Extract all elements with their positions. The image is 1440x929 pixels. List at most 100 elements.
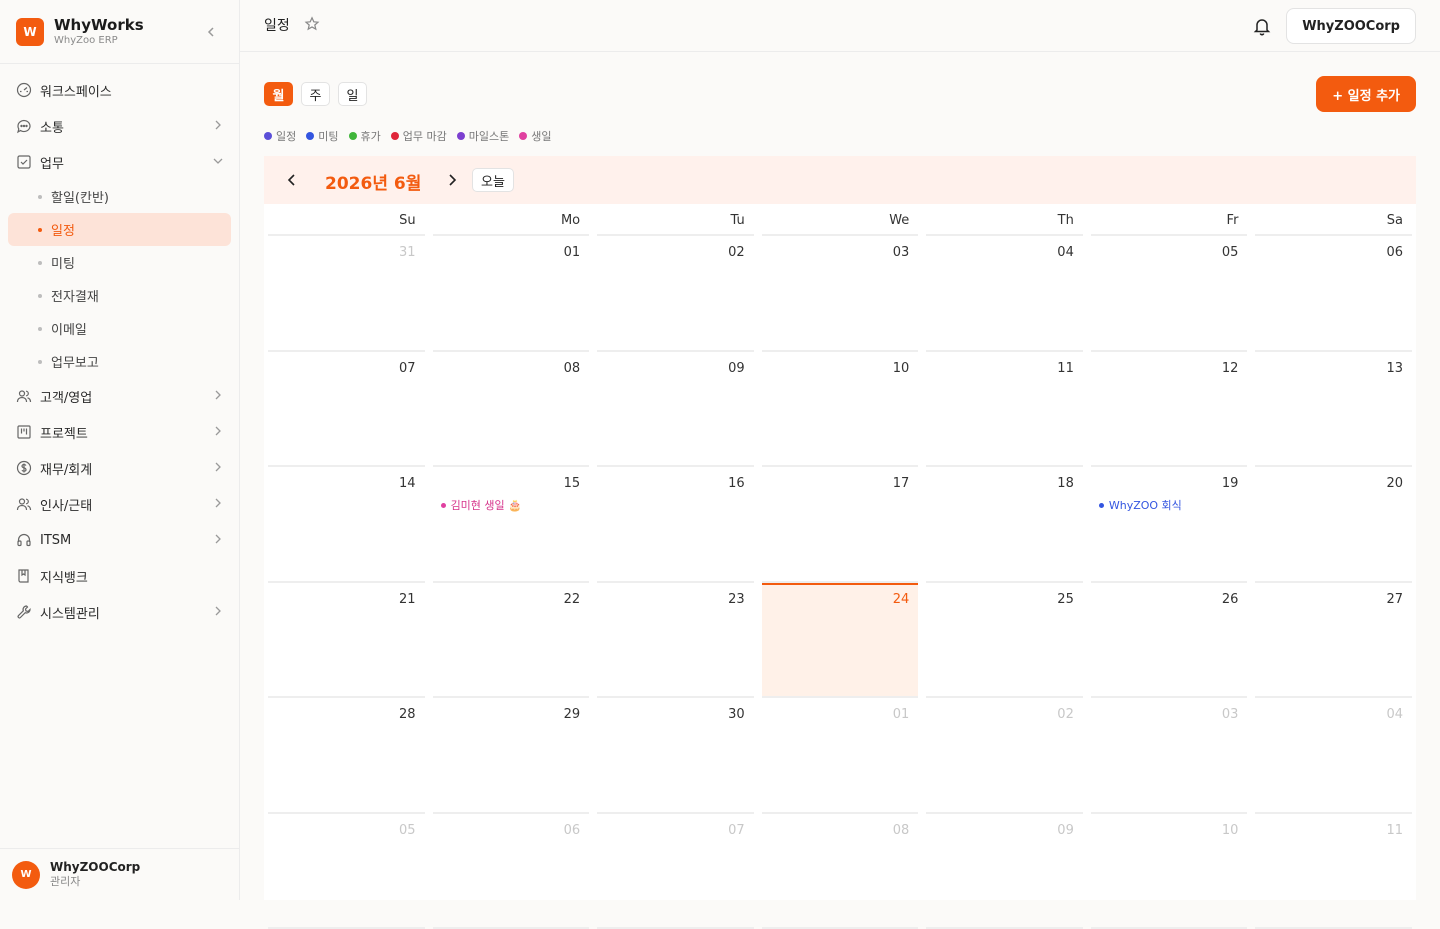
legend-item: 마일스톤 [457,128,509,144]
day-cell[interactable]: 09 [926,814,1083,929]
day-cell[interactable]: 25 [926,583,1083,699]
day-cell[interactable]: 16 [597,467,754,583]
day-cell[interactable]: 17 [762,467,919,583]
event-birthday[interactable]: 김미현 생일 🎂 [441,497,522,513]
wrench-icon [16,604,32,620]
day-cell[interactable]: 11 [1255,814,1412,929]
day-cell[interactable]: 23 [597,583,754,699]
day-cell[interactable]: 04 [926,236,1083,352]
day-cell[interactable]: 04 [1255,698,1412,814]
chevron-right-icon [211,460,225,474]
sidebar-subitem-label: 할일(칸반) [51,187,109,206]
day-number: 31 [399,245,416,260]
day-cell[interactable]: 15 김미현 생일 🎂 [433,467,590,583]
day-number: 03 [893,245,910,260]
sidebar-item-work[interactable]: 업무 [8,144,231,180]
weekday-label: Th [926,204,1083,236]
day-cell[interactable]: 03 [1091,698,1248,814]
sidebar-item-communication[interactable]: 소통 [8,108,231,144]
sidebar-subitem-approval[interactable]: 전자결재 [8,279,231,312]
day-cell[interactable]: 12 [1091,352,1248,468]
chevron-right-icon [211,532,225,546]
sidebar-subitem-kanban[interactable]: 할일(칸반) [8,180,231,213]
organization-button[interactable]: WhyZOOCorp [1286,8,1416,44]
day-cell[interactable]: 28 [268,698,425,814]
today-button[interactable]: 오늘 [472,168,514,192]
star-icon[interactable] [304,16,320,32]
day-number: 21 [399,592,416,607]
sidebar-item-system[interactable]: 시스템관리 [8,594,231,630]
chevron-left-icon[interactable] [284,172,300,188]
tab-month[interactable]: 월 [264,82,293,106]
day-cell[interactable]: 22 [433,583,590,699]
bell-icon[interactable] [1252,16,1272,36]
sidebar-item-hr[interactable]: 인사/근태 [8,486,231,522]
day-cell[interactable]: 20 [1255,467,1412,583]
day-cell[interactable]: 01 [762,698,919,814]
sidebar-item-workspace[interactable]: 워크스페이스 [8,72,231,108]
chevron-right-icon [211,496,225,510]
sidebar-item-finance[interactable]: 재무/회계 [8,450,231,486]
day-cell[interactable]: 05 [1091,236,1248,352]
day-cell[interactable]: 18 [926,467,1083,583]
day-number: 18 [1057,476,1074,491]
sidebar-item-customers[interactable]: 고객/영업 [8,378,231,414]
day-number: 24 [893,592,910,607]
day-cell[interactable]: 11 [926,352,1083,468]
sidebar-subitem-meeting[interactable]: 미팅 [8,246,231,279]
sidebar-item-knowledge[interactable]: 지식뱅크 [8,558,231,594]
day-cell[interactable]: 03 [762,236,919,352]
day-number: 17 [893,476,910,491]
collapse-sidebar-icon[interactable] [203,24,219,40]
day-cell[interactable]: 14 [268,467,425,583]
day-cell[interactable]: 29 [433,698,590,814]
sidebar-item-label: 고객/영업 [40,387,92,406]
users-icon [16,388,32,404]
event-company-dinner[interactable]: WhyZOO 회식 [1099,497,1182,513]
checkbox-icon [16,154,32,170]
day-cell[interactable]: 19 WhyZOO 회식 [1091,467,1248,583]
day-cell[interactable]: 26 [1091,583,1248,699]
sidebar-subitem-schedule[interactable]: 일정 [8,213,231,246]
day-cell[interactable]: 07 [597,814,754,929]
day-cell[interactable]: 05 [268,814,425,929]
sidebar-subitem-report[interactable]: 업무보고 [8,345,231,378]
day-number: 22 [564,592,581,607]
sidebar-subitem-email[interactable]: 이메일 [8,312,231,345]
day-cell[interactable]: 06 [1255,236,1412,352]
day-number: 19 [1222,476,1239,491]
sidebar-nav: 워크스페이스 소통 업무 할일(칸반) 일정 미팅 전자결재 이메일 업무보고 … [0,64,239,630]
day-number: 15 [564,476,581,491]
chevron-right-icon[interactable] [444,172,460,188]
day-cell[interactable]: 02 [597,236,754,352]
day-number: 10 [893,361,910,376]
day-cell[interactable]: 31 [268,236,425,352]
tab-day[interactable]: 일 [338,82,367,106]
sidebar-item-projects[interactable]: 프로젝트 [8,414,231,450]
brand-name: WhyWorks [54,16,144,34]
day-cell[interactable]: 02 [926,698,1083,814]
day-cell[interactable]: 09 [597,352,754,468]
day-cell[interactable]: 30 [597,698,754,814]
day-cell-today[interactable]: 24 [762,583,919,699]
day-cell[interactable]: 10 [1091,814,1248,929]
sidebar-item-label: 지식뱅크 [40,567,88,586]
add-schedule-button[interactable]: + 일정 추가 [1316,76,1416,112]
day-cell[interactable]: 08 [433,352,590,468]
user-profile[interactable]: W WhyZOOCorp 관리자 [0,848,240,900]
day-cell[interactable]: 01 [433,236,590,352]
day-number: 05 [1222,245,1239,260]
day-cell[interactable]: 08 [762,814,919,929]
day-cell[interactable]: 06 [433,814,590,929]
chevron-down-icon [211,154,225,168]
sidebar-item-itsm[interactable]: ITSM [8,522,231,558]
tab-week[interactable]: 주 [301,82,330,106]
sidebar-item-label: 재무/회계 [40,459,92,478]
day-cell[interactable]: 07 [268,352,425,468]
legend-label: 업무 마감 [403,128,447,144]
day-cell[interactable]: 13 [1255,352,1412,468]
day-cell[interactable]: 10 [762,352,919,468]
sidebar: W WhyWorks WhyZoo ERP 워크스페이스 소통 업무 할일(칸반… [0,0,240,900]
day-cell[interactable]: 27 [1255,583,1412,699]
day-cell[interactable]: 21 [268,583,425,699]
